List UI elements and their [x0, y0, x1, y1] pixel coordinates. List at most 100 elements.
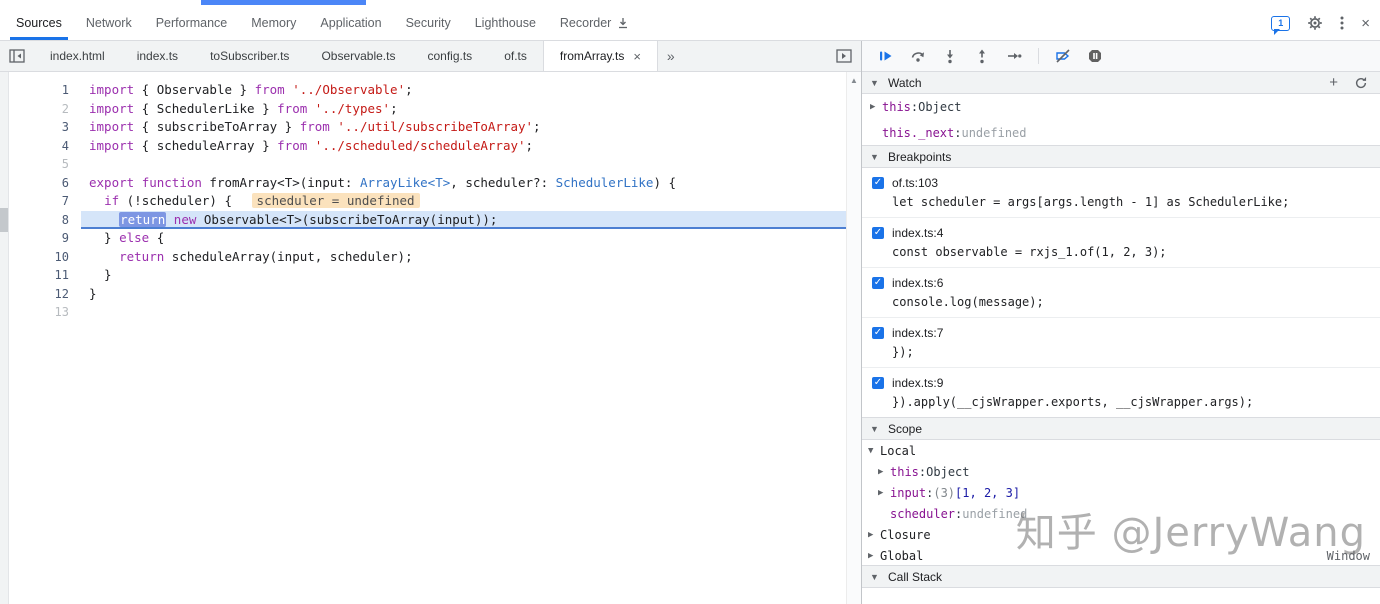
toggle-sidebar-icon[interactable]: [836, 49, 861, 63]
panel-tab-recorder[interactable]: Recorder: [548, 6, 641, 40]
panel-tab-application[interactable]: Application: [308, 6, 393, 40]
file-tab-toSubscriber-ts[interactable]: toSubscriber.ts: [194, 41, 305, 71]
scope-prop-scheduler[interactable]: scheduler: undefined: [862, 503, 1380, 524]
colon: :: [955, 507, 962, 521]
code-token: '../util/subscribeToArray': [337, 119, 533, 134]
breakpoint-entry[interactable]: ✓index.ts:4const observable = rxjs_1.of(…: [862, 218, 1380, 268]
refresh-watch-icon[interactable]: [1350, 76, 1372, 90]
code-token: }: [89, 267, 112, 282]
code-line[interactable]: 10 return scheduleArray(input, scheduler…: [9, 248, 846, 267]
editor-scrollbar[interactable]: ▲: [846, 72, 861, 604]
panel-tab-security[interactable]: Security: [394, 6, 463, 40]
code-line[interactable]: 5: [9, 155, 846, 174]
file-tab-label: toSubscriber.ts: [210, 49, 289, 63]
scope-prop-this[interactable]: ▶this: Object: [862, 461, 1380, 482]
expand-icon[interactable]: ▶: [868, 530, 880, 540]
line-number[interactable]: 4: [9, 137, 81, 156]
tab-overflow-chevron[interactable]: »: [658, 48, 684, 64]
expand-icon[interactable]: ▶: [878, 467, 890, 477]
breakpoint-entry[interactable]: ✓index.ts:6console.log(message);: [862, 268, 1380, 318]
code-line[interactable]: 8 return new Observable<T>(subscribeToAr…: [9, 211, 846, 230]
call-stack-section-header[interactable]: ▼ Call Stack: [862, 565, 1380, 588]
line-number[interactable]: 13: [9, 303, 81, 322]
code-line[interactable]: 7 if (!scheduler) { scheduler = undefine…: [9, 192, 846, 211]
code-token: else: [119, 230, 149, 245]
file-tab-fromArray-ts[interactable]: fromArray.ts×: [543, 41, 658, 71]
code-line[interactable]: 13: [9, 303, 846, 322]
breakpoint-code: console.log(message);: [892, 295, 1372, 309]
code-token: Observable<T>(subscribeToArray(input));: [196, 212, 497, 227]
breakpoint-row: ✓index.ts:9: [872, 374, 1372, 392]
breakpoint-checkbox[interactable]: ✓: [872, 277, 884, 289]
step-button[interactable]: [1006, 48, 1022, 64]
panel-tab-network[interactable]: Network: [74, 6, 144, 40]
line-number[interactable]: 10: [9, 248, 81, 267]
breakpoint-checkbox[interactable]: ✓: [872, 227, 884, 239]
step-into-button[interactable]: [942, 48, 958, 64]
line-number[interactable]: 7: [9, 192, 81, 211]
file-tab-index-html[interactable]: index.html: [34, 41, 121, 71]
collapse-icon[interactable]: ▼: [868, 446, 880, 456]
code-lines[interactable]: 1import { Observable } from '../Observab…: [9, 72, 846, 604]
breakpoint-checkbox[interactable]: ✓: [872, 377, 884, 389]
code-line[interactable]: 12}: [9, 285, 846, 304]
line-number[interactable]: 1: [9, 81, 81, 100]
pause-on-exceptions-button[interactable]: [1087, 48, 1103, 64]
line-number[interactable]: 3: [9, 118, 81, 137]
scope-section-header[interactable]: ▼ Scope: [862, 417, 1380, 440]
close-devtools-icon[interactable]: ×: [1361, 16, 1370, 31]
add-watch-icon[interactable]: +: [1323, 74, 1344, 91]
panel-tab-memory[interactable]: Memory: [239, 6, 308, 40]
show-navigator-icon[interactable]: [0, 49, 34, 63]
scope-prop-input[interactable]: ▶input: (3) [1, 2, 3]: [862, 482, 1380, 503]
file-tab-Observable-ts[interactable]: Observable.ts: [305, 41, 411, 71]
code-editor[interactable]: 1import { Observable } from '../Observab…: [0, 72, 861, 604]
scope-group-global[interactable]: ▶GlobalWindow: [862, 545, 1380, 566]
breakpoint-entry[interactable]: ✓index.ts:7});: [862, 318, 1380, 368]
scroll-up-icon[interactable]: ▲: [850, 76, 858, 85]
panel-tab-sources[interactable]: Sources: [4, 6, 74, 40]
code-token: from: [300, 119, 330, 134]
step-out-button[interactable]: [974, 48, 990, 64]
line-number[interactable]: 12: [9, 285, 81, 304]
deactivate-breakpoints-button[interactable]: [1055, 48, 1071, 64]
line-number[interactable]: 9: [9, 229, 81, 248]
watch-item[interactable]: ▶this: Object: [862, 94, 1380, 120]
more-options-icon[interactable]: [1340, 15, 1344, 31]
watch-section-header[interactable]: ▼ Watch +: [862, 71, 1380, 94]
breakpoint-entry[interactable]: ✓of.ts:103let scheduler = args[args.leng…: [862, 168, 1380, 218]
step-over-button[interactable]: [910, 48, 926, 64]
line-number[interactable]: 2: [9, 100, 81, 119]
scope-group-closure[interactable]: ▶Closure: [862, 524, 1380, 545]
line-number[interactable]: 6: [9, 174, 81, 193]
file-tab-of-ts[interactable]: of.ts: [488, 41, 543, 71]
close-tab-icon[interactable]: ×: [633, 49, 641, 64]
breakpoints-section-header[interactable]: ▼ Breakpoints: [862, 145, 1380, 168]
code-line[interactable]: 3import { subscribeToArray } from '../ut…: [9, 118, 846, 137]
messages-indicator[interactable]: 1: [1271, 16, 1290, 31]
line-number[interactable]: 8: [9, 211, 81, 230]
resume-script-button[interactable]: [878, 48, 894, 64]
expand-icon[interactable]: ▶: [878, 488, 890, 498]
line-number[interactable]: 5: [9, 155, 81, 174]
code-line[interactable]: 4import { scheduleArray } from '../sched…: [9, 137, 846, 156]
settings-gear-icon[interactable]: [1307, 15, 1323, 31]
code-line[interactable]: 11 }: [9, 266, 846, 285]
expand-icon[interactable]: ▶: [870, 102, 882, 112]
file-tab-index-ts[interactable]: index.ts: [121, 41, 194, 71]
breakpoint-checkbox[interactable]: ✓: [872, 327, 884, 339]
code-token: SchedulerLike: [556, 175, 654, 190]
file-tab-config-ts[interactable]: config.ts: [411, 41, 488, 71]
scope-group-local[interactable]: ▼Local: [862, 440, 1380, 461]
expand-icon[interactable]: ▶: [868, 551, 880, 561]
line-number[interactable]: 11: [9, 266, 81, 285]
breakpoint-entry[interactable]: ✓index.ts:9}).apply(__cjsWrapper.exports…: [862, 368, 1380, 418]
code-line[interactable]: 2import { SchedulerLike } from '../types…: [9, 100, 846, 119]
code-line[interactable]: 9 } else {: [9, 229, 846, 248]
panel-tab-performance[interactable]: Performance: [144, 6, 240, 40]
code-line[interactable]: 6export function fromArray<T>(input: Arr…: [9, 174, 846, 193]
panel-tab-lighthouse[interactable]: Lighthouse: [463, 6, 548, 40]
breakpoint-checkbox[interactable]: ✓: [872, 177, 884, 189]
watch-item[interactable]: this._next: undefined: [862, 120, 1380, 146]
code-line[interactable]: 1import { Observable } from '../Observab…: [9, 81, 846, 100]
